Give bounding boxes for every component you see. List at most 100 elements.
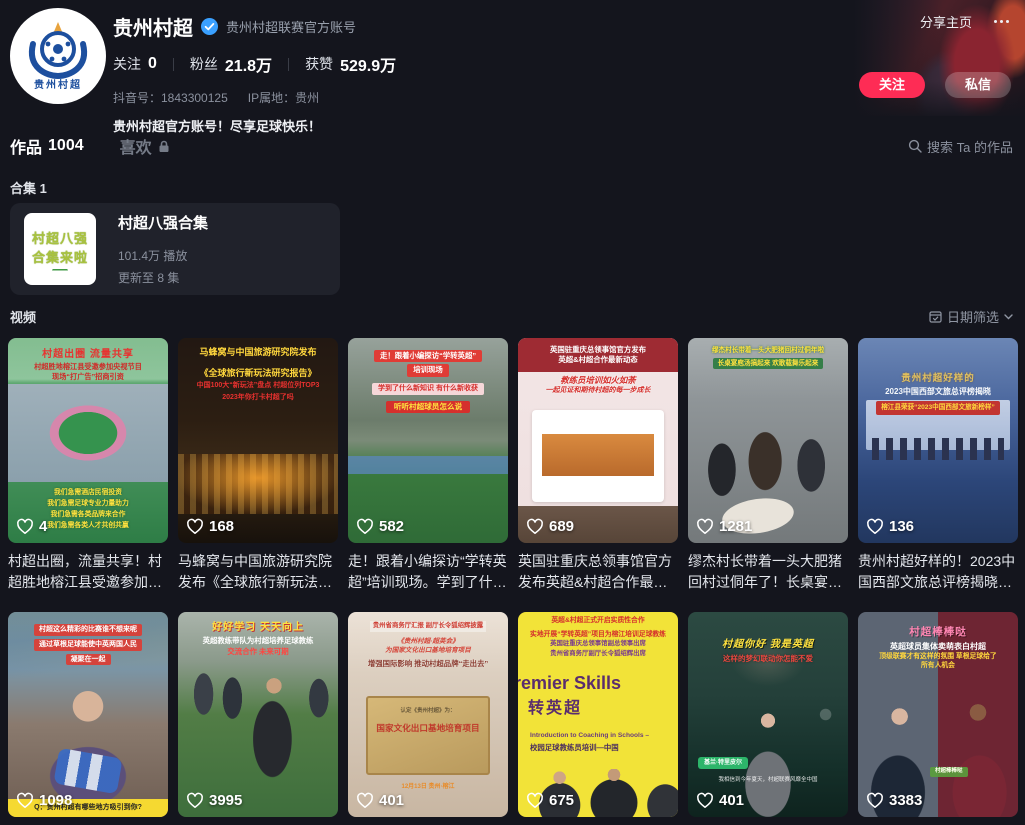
- video-card[interactable]: 贵州村超好样的2023中国西部文旅总评榜揭晓榕江县荣获“2023中国西部文旅新榜…: [858, 338, 1018, 593]
- video-card[interactable]: 村超出圈 流量共享村超胜地榕江县受邀参加央视节目现场“打广告”招商引资我们急需酒…: [8, 338, 168, 593]
- like-count: 401: [696, 792, 744, 809]
- heart-icon: [186, 792, 204, 809]
- video-card[interactable]: 马蜂窝与中国旅游研究院发布《全球旅行新玩法研究报告》中国100大“新玩法”盘点 …: [178, 338, 338, 593]
- like-count-value: 1098: [39, 792, 72, 809]
- collection-title: 村超八强合集: [118, 212, 208, 233]
- more-icon[interactable]: [994, 16, 1009, 27]
- like-count-value: 4: [39, 518, 47, 535]
- thumbnail-overlay-text: 为国家文化出口基地培育项目: [385, 646, 471, 655]
- thumbnail-overlay-text: 这样的梦幻联动你怎能不爱: [723, 654, 813, 665]
- thumbnail-overlay-text: 村超出圈 流量共享: [42, 348, 134, 362]
- date-filter-label: 日期筛选: [947, 307, 999, 326]
- like-count-value: 3995: [209, 792, 242, 809]
- thumbnail-overlay-text: 村超胜地榕江县受邀参加央视节目: [34, 362, 142, 372]
- video-thumbnail[interactable]: 走！跟着小编探访“学转英超”培训现场学到了什么新知识 有什么新收获听听村超球员怎…: [348, 338, 508, 543]
- collection-plays: 101.4万 播放: [118, 247, 208, 264]
- thumbnail-overlay-text: 榕江县荣获“2023中国西部文旅新榜样”: [876, 401, 1000, 414]
- thumbnail-overlay-text: 贵州省商务厅汇报 副厅长令狐绍辉披露: [370, 621, 486, 632]
- like-count: 401: [356, 792, 404, 809]
- avatar[interactable]: 贵州村超: [10, 8, 106, 104]
- thumbnail-overlay-text: 我相信到今年夏天，村超联赛风靡全中国: [688, 777, 848, 785]
- video-thumbnail[interactable]: 马蜂窝与中国旅游研究院发布《全球旅行新玩法研究报告》中国100大“新玩法”盘点 …: [178, 338, 338, 543]
- video-thumbnail[interactable]: 好好学习 天天向上英超教练带队为村超培养足球教练交流合作 未来可期 3995: [178, 612, 338, 817]
- thumbnail-overlay-text: 英超&村超合作最新动态: [518, 355, 678, 371]
- thumbnail-overlay-text: 一起见证和期待村超的每一步成长: [546, 386, 651, 396]
- tab-works-label: 作品: [10, 134, 42, 158]
- thumbnail-overlay-text: 认定《贵州村超》为：: [374, 708, 482, 716]
- video-thumbnail[interactable]: 英国驻重庆总领事馆官方发布英超&村超合作最新动态教练员培训如火如荼一起见证和期待…: [518, 338, 678, 543]
- video-card[interactable]: 缪杰村长带着一头大肥猪回村过侗年啦长桌宴庖汤搞起来 欢歌载舞乐起来 1281 缪…: [688, 338, 848, 593]
- thumbnail-overlay-text: 村超这么精彩的比赛谁不想来呢: [34, 624, 142, 636]
- thumbnail-overlay-text: 村超你好 我是英超: [722, 638, 814, 652]
- thumbnail-overlay-text: 《全球旅行新玩法研究报告》: [199, 367, 316, 380]
- heart-icon: [16, 518, 34, 535]
- videos-section-label: 视频: [10, 307, 36, 326]
- video-thumbnail[interactable]: 村超棒棒哒英超球员集体卖萌表白村超顶级联赛才有这样的氛围 草根足球给了所有人机会…: [858, 612, 1018, 817]
- thumbnail-overlay-text: 交流合作 未来可期: [227, 647, 288, 657]
- video-card[interactable]: 英国驻重庆总领事馆官方发布英超&村超合作最新动态教练员培训如火如荼一起见证和期待…: [518, 338, 678, 593]
- video-card[interactable]: 村超这么精彩的比赛谁不想来呢通过草根足球能使中英两国人民凝聚在一起Q：贵州村超有…: [8, 612, 168, 825]
- thumbnail-overlay-text: 实地开展“学转英超”项目为榕江培训足球教练: [530, 630, 666, 640]
- like-count-value: 675: [549, 792, 574, 809]
- like-count: 4: [16, 518, 47, 535]
- video-card[interactable]: 走！跟着小编探访“学转英超”培训现场学到了什么新知识 有什么新收获听听村超球员怎…: [348, 338, 508, 593]
- thumbnail-overlay-text: 2023年你打卡村超了吗: [222, 393, 294, 403]
- video-card[interactable]: 好好学习 天天向上英超教练带队为村超培养足球教练交流合作 未来可期 3995: [178, 612, 338, 825]
- follow-button[interactable]: 关注: [859, 72, 925, 98]
- video-caption[interactable]: 英国驻重庆总领事馆官方发布英超&村超合作最新动态如…: [518, 551, 678, 593]
- video-thumbnail[interactable]: 贵州省商务厅汇报 副厅长令狐绍辉披露《贵州村超·超英会》为国家文化出口基地培育项…: [348, 612, 508, 817]
- thumbnail-overlay-text: 12月13日 贵州·榕江: [348, 783, 508, 791]
- video-caption[interactable]: 村超出圈，流量共享！村超胜地榕江县受邀参加央视节目 …: [8, 551, 168, 593]
- like-count: 689: [526, 518, 574, 535]
- thumbnail-overlay-text: 培训现场: [407, 364, 449, 376]
- verified-badge-icon: [201, 18, 218, 35]
- thumbnail-overlay-text: 英超教练带队为村超培养足球教练: [203, 636, 314, 646]
- heart-icon: [16, 792, 34, 809]
- thumbnail-overlay-text: 村超棒棒哒: [930, 767, 968, 777]
- video-card[interactable]: 村超棒棒哒英超球员集体卖萌表白村超顶级联赛才有这样的氛围 草根足球给了所有人机会…: [858, 612, 1018, 825]
- fans-count: 21.8万: [225, 52, 272, 76]
- video-thumbnail[interactable]: 村超出圈 流量共享村超胜地榕江县受邀参加央视节目现场“打广告”招商引资我们急需酒…: [8, 338, 168, 543]
- like-count-value: 136: [889, 518, 914, 535]
- collection-card[interactable]: 村超八强 合集来啦 村超八强合集 101.4万 播放 更新至 8 集: [10, 203, 340, 295]
- video-caption[interactable]: 走！跟着小编探访“学转英超”培训现场。学到了什么…: [348, 551, 508, 593]
- video-thumbnail[interactable]: 村超这么精彩的比赛谁不想来呢通过草根足球能使中英两国人民凝聚在一起Q：贵州村超有…: [8, 612, 168, 817]
- message-button[interactable]: 私信: [945, 72, 1011, 98]
- video-thumbnail[interactable]: 村超你好 我是英超这样的梦幻联动你怎能不爱基兰·特里皮尔我相信到今年夏天，村超联…: [688, 612, 848, 817]
- heart-icon: [866, 792, 884, 809]
- video-card[interactable]: 贵州省商务厅汇报 副厅长令狐绍辉披露《贵州村超·超英会》为国家文化出口基地培育项…: [348, 612, 508, 825]
- videos-section: 视频 日期筛选 村超出圈 流量共享村超胜地榕江县受邀参加央视节目现场“打广告”招…: [0, 307, 1025, 825]
- thumbnail-overlay-text: 国家文化出口基地培育项目: [370, 722, 486, 734]
- tab-likes[interactable]: 喜欢: [120, 134, 170, 158]
- video-card[interactable]: 村超你好 我是英超这样的梦幻联动你怎能不爱基兰·特里皮尔我相信到今年夏天，村超联…: [688, 612, 848, 825]
- thumbnail-overlay-text: 好好学习 天天向上: [212, 621, 304, 635]
- thumbnail-overlay-text: 英国驻重庆总领事馆副总领事出席: [550, 640, 646, 649]
- video-card[interactable]: 英超&村超正式开启实质性合作实地开展“学转英超”项目为榕江培训足球教练英国驻重庆…: [518, 612, 678, 825]
- lock-icon: [158, 140, 170, 153]
- thumbnail-overlay-text: 村超棒棒哒: [909, 625, 967, 640]
- heart-icon: [696, 518, 714, 535]
- avatar-text: 贵州村超: [34, 76, 82, 91]
- like-count-value: 582: [379, 518, 404, 535]
- search-icon: [908, 139, 922, 153]
- video-thumbnail[interactable]: 贵州村超好样的2023中国西部文旅总评榜揭晓榕江县荣获“2023中国西部文旅新榜…: [858, 338, 1018, 543]
- video-caption[interactable]: 缪杰村长带着一头大肥猪回村过侗年了！长桌宴庖汤搞起…: [688, 551, 848, 593]
- video-thumbnail[interactable]: 英超&村超正式开启实质性合作实地开展“学转英超”项目为榕江培训足球教练英国驻重庆…: [518, 612, 678, 817]
- video-caption[interactable]: 贵州村超好样的！2023中国西部文旅总评榜揭晓，榕江县…: [858, 551, 1018, 593]
- share-profile-button[interactable]: 分享主页: [920, 12, 972, 31]
- following-count: 0: [148, 55, 157, 73]
- collection-thumb-text: 村超八强: [32, 228, 88, 247]
- tab-works[interactable]: 作品 1004: [10, 134, 84, 158]
- collection-thumbnail: 村超八强 合集来啦: [24, 213, 96, 285]
- thumbnail-overlay-text: 通过草根足球能使中英两国人民: [34, 639, 142, 651]
- like-count-value: 401: [719, 792, 744, 809]
- video-thumbnail[interactable]: 缪杰村长带着一头大肥猪回村过侗年啦长桌宴庖汤搞起来 欢歌载舞乐起来 1281: [688, 338, 848, 543]
- date-filter[interactable]: 日期筛选: [929, 307, 1013, 326]
- video-caption[interactable]: 马蜂窝与中国旅游研究院发布《全球旅行新玩法研究报告…: [178, 551, 338, 593]
- thumbnail-overlay-text: 转英超: [528, 698, 582, 720]
- thumbnail-overlay-text: 贵州村超好样的: [901, 372, 975, 385]
- thumbnail-overlay-text: 学到了什么新知识 有什么新收获: [372, 383, 484, 395]
- thumbnail-overlay-text: 教练员培训如火如荼: [560, 375, 635, 387]
- heart-icon: [356, 518, 374, 535]
- search-works[interactable]: 搜索 Ta 的作品: [908, 137, 1013, 156]
